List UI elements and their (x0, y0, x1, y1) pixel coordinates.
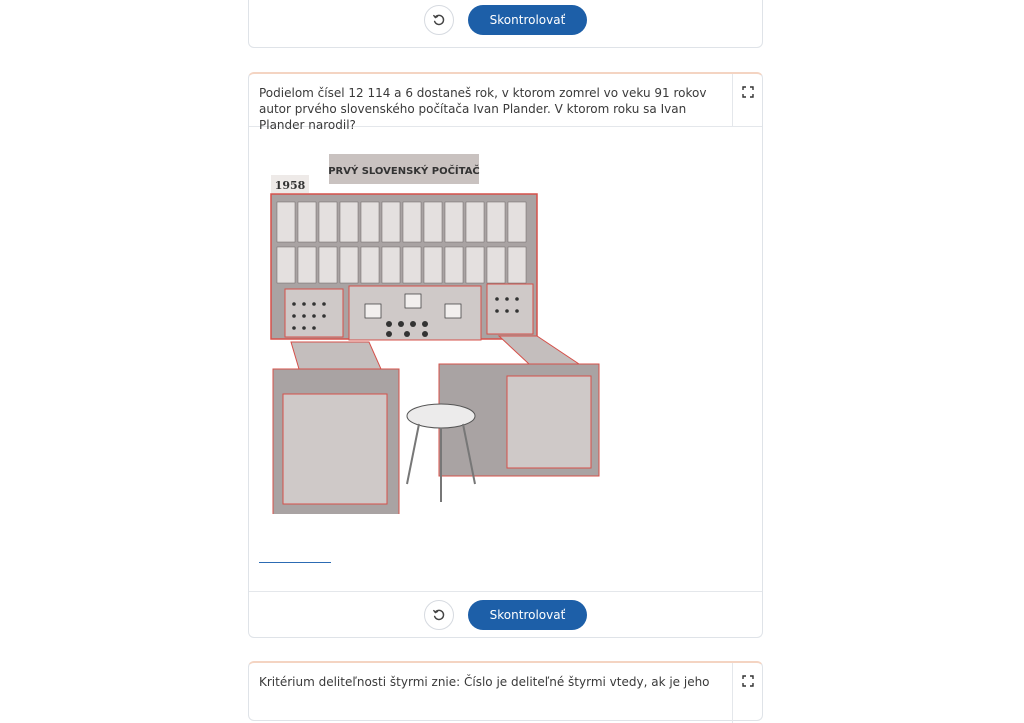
check-button[interactable]: Skontrolovať (467, 5, 588, 35)
expand-button[interactable] (732, 663, 762, 723)
question-header: Podielom čísel 12 114 a 6 dostaneš rok, … (249, 74, 762, 132)
reset-button[interactable] (423, 599, 454, 630)
question-actions: Skontrolovať (249, 0, 762, 42)
reset-icon (432, 14, 444, 26)
reset-icon (432, 609, 444, 620)
expand-button[interactable] (732, 74, 762, 126)
question-header: Kritérium deliteľnosti štyrmi znie: Čísl… (249, 663, 762, 723)
question-text: Kritérium deliteľnosti štyrmi znie: Čísl… (259, 675, 710, 689)
year-label: 1958 (275, 179, 306, 192)
question-card-next: Kritérium deliteľnosti štyrmi znie: Čísl… (248, 661, 763, 723)
expand-icon (741, 86, 754, 98)
first-slovak-computer-illustration: PRVÝ SLOVENSKÝ POČÍTAČ 1958 (270, 154, 600, 514)
expand-icon (741, 675, 754, 687)
question-card: Podielom čísel 12 114 a 6 dostaneš rok, … (248, 72, 763, 638)
reset-button[interactable] (423, 5, 454, 35)
sign-label: PRVÝ SLOVENSKÝ POČÍTAČ (328, 164, 480, 177)
answer-input[interactable] (259, 562, 331, 563)
question-actions: Skontrolovať (249, 591, 762, 637)
question-card-previous: Skontrolovať (248, 0, 763, 48)
check-button[interactable]: Skontrolovať (467, 599, 588, 630)
question-text: Podielom čísel 12 114 a 6 dostaneš rok, … (259, 86, 707, 132)
